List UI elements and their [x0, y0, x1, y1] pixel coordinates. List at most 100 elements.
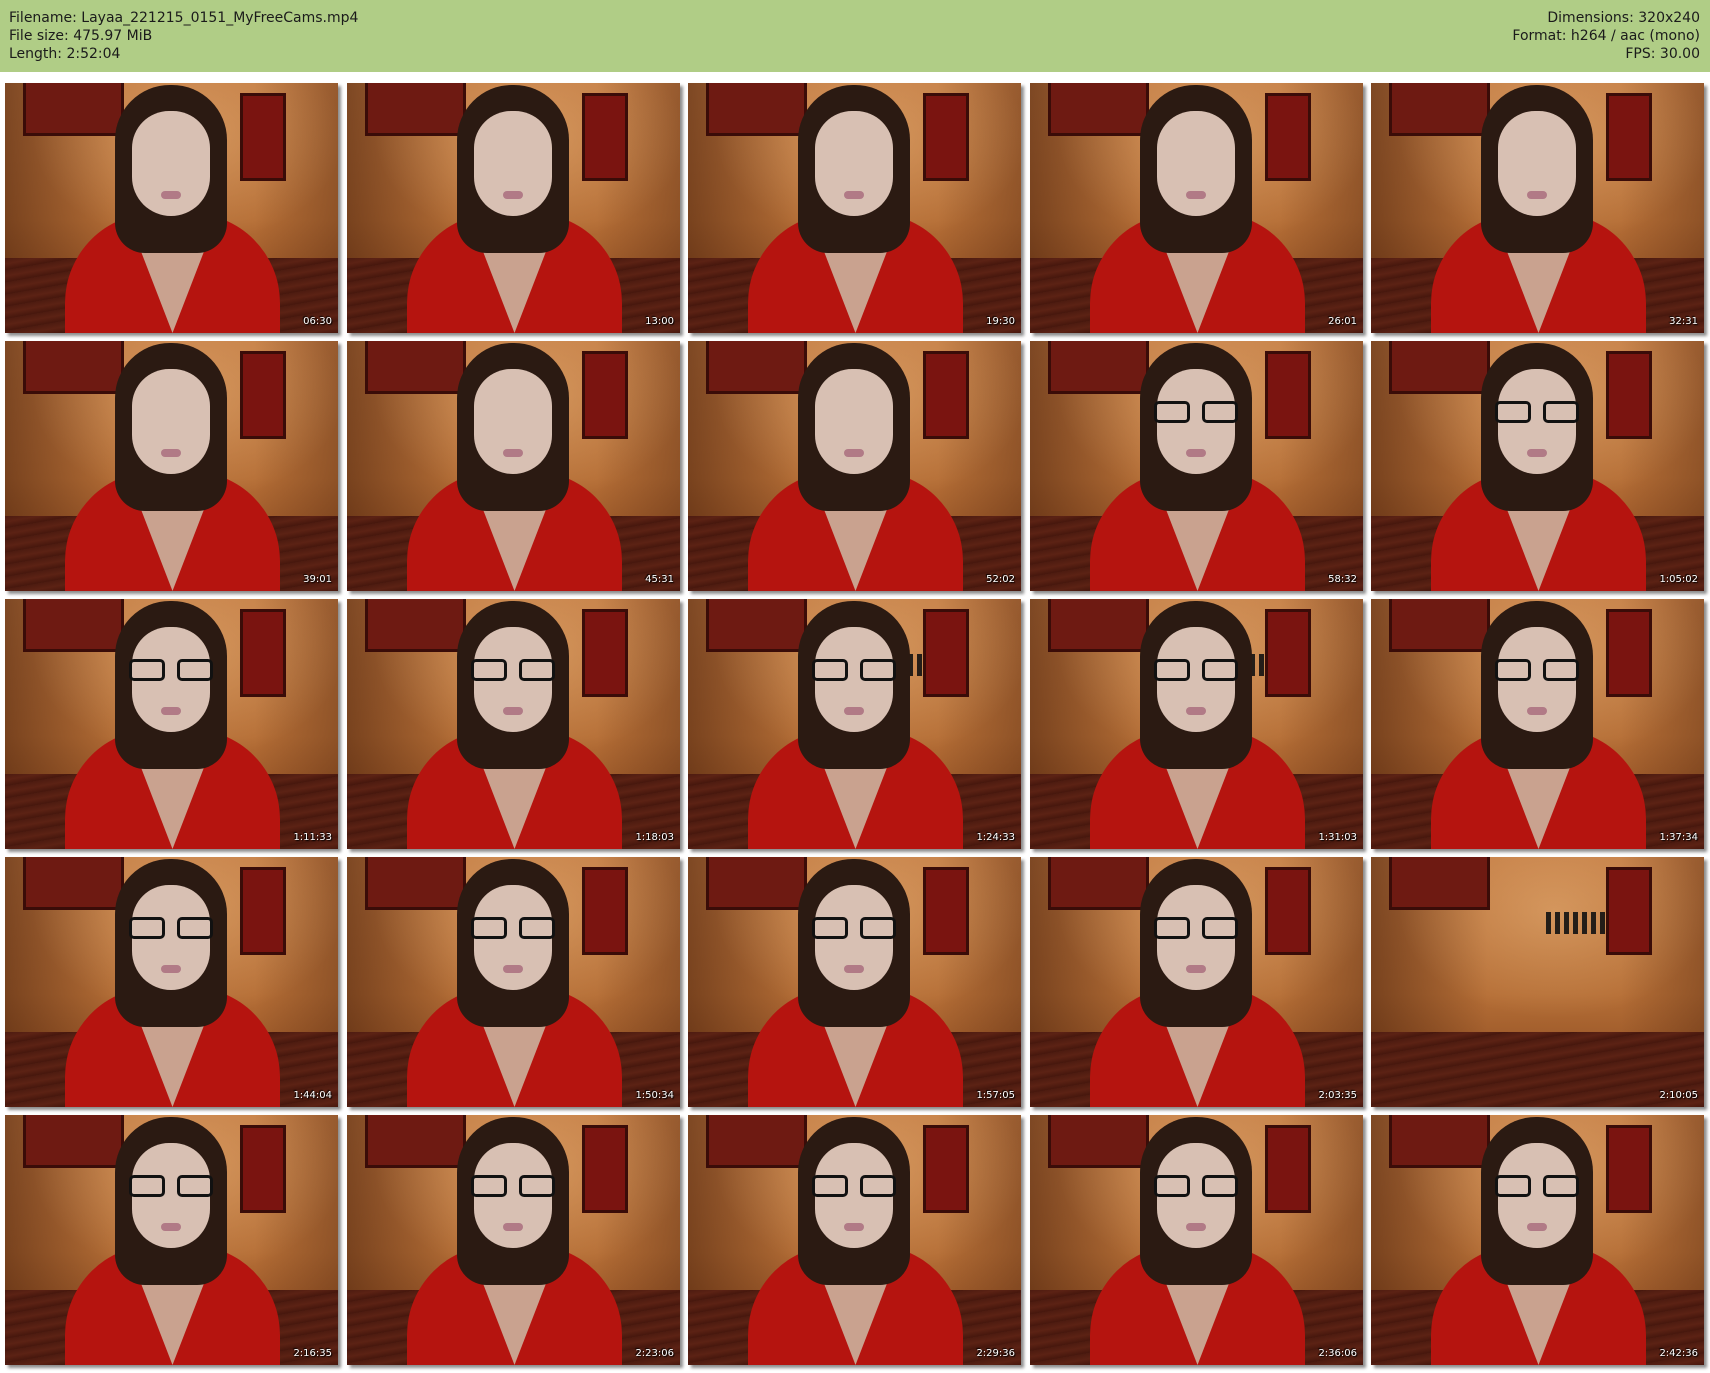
thumbnail-glasses [127, 1175, 215, 1199]
thumbnail-frame-left [1389, 857, 1490, 910]
video-thumbnail[interactable]: 1:18:03 [347, 599, 680, 849]
thumbnail-decal [1546, 912, 1606, 934]
thumbnail-frame-right [923, 351, 969, 439]
thumbnail-frame-left [1389, 83, 1490, 136]
thumbnail-frame-right [1606, 609, 1652, 697]
thumbnail-timestamp: 26:01 [1328, 316, 1357, 327]
thumbnail-frame-right [923, 93, 969, 181]
video-thumbnail[interactable]: 1:24:33 [688, 599, 1021, 849]
thumbnail-frame-left [706, 857, 807, 910]
thumbnail-lips [1186, 965, 1206, 973]
thumbnail-timestamp: 1:37:34 [1659, 832, 1698, 843]
thumbnail-timestamp: 1:50:34 [635, 1090, 674, 1101]
thumbnail-timestamp: 1:18:03 [635, 832, 674, 843]
video-thumbnail[interactable]: 52:02 [688, 341, 1021, 591]
thumbnail-frame-right [240, 867, 286, 955]
thumbnail-lips [844, 707, 864, 715]
video-thumbnail[interactable]: 1:11:33 [5, 599, 338, 849]
thumbnail-timestamp: 19:30 [986, 316, 1015, 327]
thumbnail-frame-right [582, 93, 628, 181]
video-thumbnail[interactable]: 1:31:03 [1030, 599, 1363, 849]
thumbnail-lips [1527, 707, 1547, 715]
thumbnail-frame-left [365, 341, 466, 394]
thumbnail-face [1157, 111, 1235, 216]
thumbnail-face [815, 369, 893, 474]
thumbnail-frame-left [1048, 341, 1149, 394]
file-info-header: Filename: Layaa_221215_0151_MyFreeCams.m… [0, 0, 1710, 72]
thumbnail-frame-right [240, 609, 286, 697]
video-thumbnail[interactable]: 1:57:05 [688, 857, 1021, 1107]
filename-text: Filename: Layaa_221215_0151_MyFreeCams.m… [9, 10, 359, 26]
thumbnail-lips [161, 191, 181, 199]
thumbnail-frame-left [365, 1115, 466, 1168]
thumbnail-frame-left [1389, 1115, 1490, 1168]
thumbnail-timestamp: 1:11:33 [293, 832, 332, 843]
thumbnail-grid: 06:30 13:00 19:30 26:01 32:31 39:01 45:31 52:02… [5, 83, 1705, 1368]
thumbnail-timestamp: 52:02 [986, 574, 1015, 585]
thumbnail-timestamp: 06:30 [303, 316, 332, 327]
video-thumbnail[interactable]: 2:03:35 [1030, 857, 1363, 1107]
thumbnail-lips [1527, 1223, 1547, 1231]
video-thumbnail[interactable]: 1:50:34 [347, 857, 680, 1107]
length-text: Length: 2:52:04 [9, 46, 121, 62]
thumbnail-frame-left [706, 1115, 807, 1168]
thumbnail-lips [161, 1223, 181, 1231]
thumbnail-frame-left [365, 83, 466, 136]
thumbnail-lips [161, 707, 181, 715]
thumbnail-glasses [810, 1175, 898, 1199]
thumbnail-timestamp: 39:01 [303, 574, 332, 585]
thumbnail-frame-right [1606, 1125, 1652, 1213]
thumbnail-lips [503, 449, 523, 457]
thumbnail-lips [161, 449, 181, 457]
thumbnail-timestamp: 2:23:06 [635, 1348, 674, 1359]
thumbnail-lips [503, 965, 523, 973]
thumbnail-glasses [1493, 1175, 1581, 1199]
thumbnail-frame-right [240, 93, 286, 181]
video-thumbnail[interactable]: 39:01 [5, 341, 338, 591]
video-thumbnail[interactable]: 26:01 [1030, 83, 1363, 333]
video-thumbnail[interactable]: 1:05:02 [1371, 341, 1704, 591]
thumbnail-lips [1527, 191, 1547, 199]
video-thumbnail[interactable]: 1:44:04 [5, 857, 338, 1107]
thumbnail-timestamp: 2:36:06 [1318, 1348, 1357, 1359]
format-text: Format: h264 / aac (mono) [1512, 28, 1700, 44]
thumbnail-frame-right [1606, 351, 1652, 439]
thumbnail-timestamp: 13:00 [645, 316, 674, 327]
video-thumbnail[interactable]: 32:31 [1371, 83, 1704, 333]
video-thumbnail[interactable]: 2:36:06 [1030, 1115, 1363, 1365]
thumbnail-lips [844, 449, 864, 457]
thumbnail-timestamp: 1:57:05 [976, 1090, 1015, 1101]
video-thumbnail[interactable]: 45:31 [347, 341, 680, 591]
video-thumbnail[interactable]: 06:30 [5, 83, 338, 333]
thumbnail-frame-left [1389, 341, 1490, 394]
thumbnail-face [815, 111, 893, 216]
video-thumbnail[interactable]: 2:29:36 [688, 1115, 1021, 1365]
thumbnail-lips [844, 1223, 864, 1231]
video-thumbnail[interactable]: 58:32 [1030, 341, 1363, 591]
thumbnail-face [474, 369, 552, 474]
thumbnail-glasses [810, 659, 898, 683]
thumbnail-face [132, 369, 210, 474]
filesize-text: File size: 475.97 MiB [9, 28, 153, 44]
thumbnail-glasses [469, 917, 557, 941]
video-thumbnail[interactable]: 2:23:06 [347, 1115, 680, 1365]
thumbnail-face [1498, 111, 1576, 216]
thumbnail-frame-right [923, 1125, 969, 1213]
thumbnail-frame-right [582, 609, 628, 697]
video-thumbnail[interactable]: 2:16:35 [5, 1115, 338, 1365]
video-thumbnail[interactable]: 1:37:34 [1371, 599, 1704, 849]
thumbnail-timestamp: 45:31 [645, 574, 674, 585]
thumbnail-timestamp: 1:44:04 [293, 1090, 332, 1101]
thumbnail-frame-right [1265, 867, 1311, 955]
thumbnail-timestamp: 1:31:03 [1318, 832, 1357, 843]
video-thumbnail[interactable]: 19:30 [688, 83, 1021, 333]
thumbnail-frame-right [1265, 1125, 1311, 1213]
video-thumbnail[interactable]: 2:10:05 [1371, 857, 1704, 1107]
thumbnail-glasses [469, 659, 557, 683]
thumbnail-lips [503, 1223, 523, 1231]
thumbnail-frame-right [1265, 93, 1311, 181]
video-thumbnail[interactable]: 13:00 [347, 83, 680, 333]
video-thumbnail[interactable]: 2:42:36 [1371, 1115, 1704, 1365]
thumbnail-glasses [1152, 1175, 1240, 1199]
thumbnail-lips [1186, 707, 1206, 715]
